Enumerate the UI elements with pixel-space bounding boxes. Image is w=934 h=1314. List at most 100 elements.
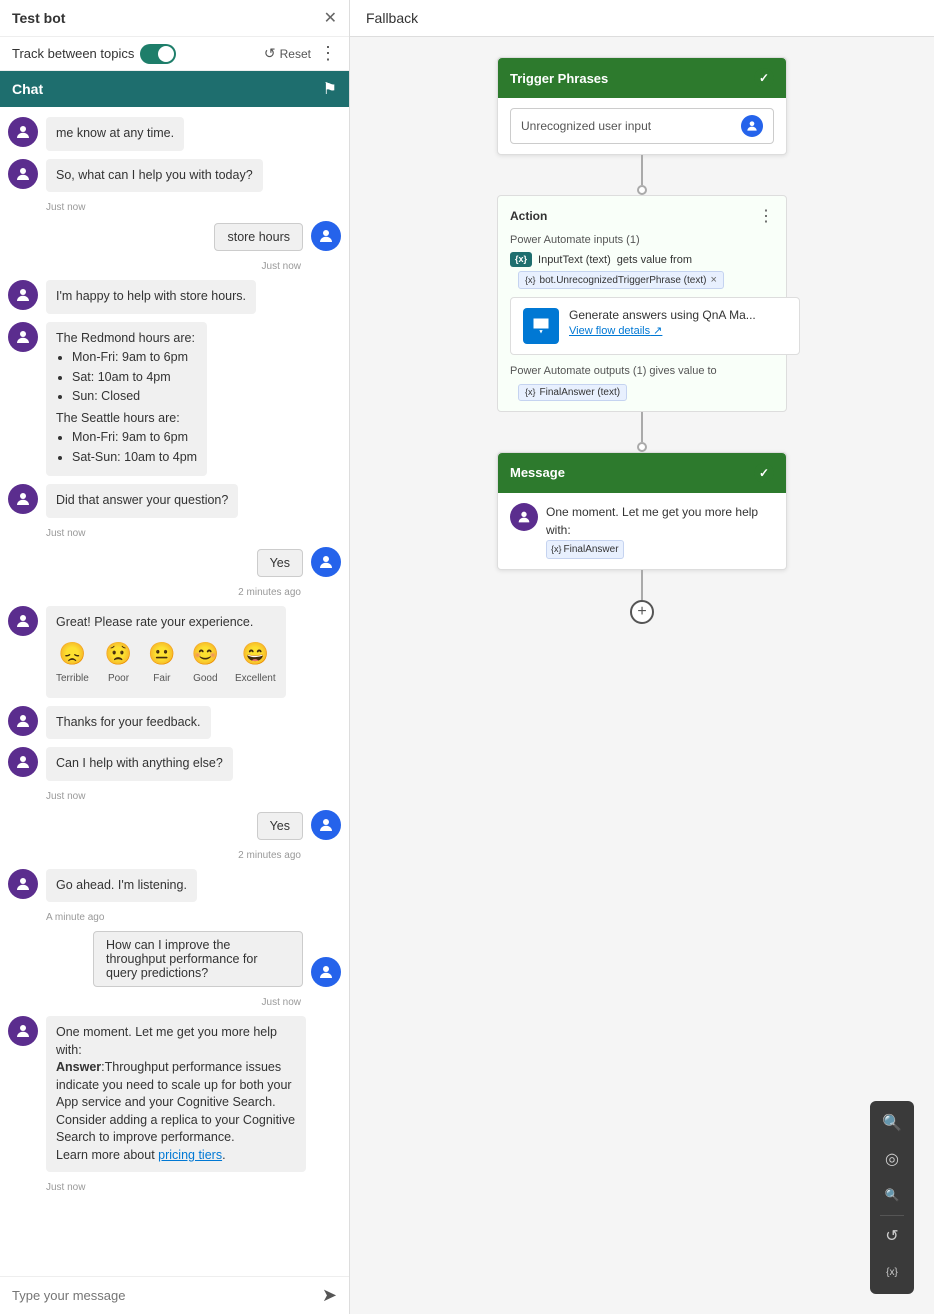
bot-avatar <box>8 706 38 736</box>
bot-bubble: Go ahead. I'm listening. <box>46 869 197 903</box>
final-answer-text: FinalAnswer (text) <box>540 387 621 398</box>
check-icon: ✓ <box>754 68 774 88</box>
msg-avatar <box>510 503 538 531</box>
trigger-card-body: Unrecognized user input <box>498 98 786 154</box>
bot-avatar <box>8 322 38 352</box>
bot-bubble: I'm happy to help with store hours. <box>46 280 256 314</box>
rating-fair[interactable]: 😐 Fair <box>148 639 175 686</box>
gets-value-label: gets value from <box>617 254 692 266</box>
pa-inputs-label: Power Automate inputs (1) <box>510 234 774 246</box>
trigger-card-header: Trigger Phrases ✓ <box>498 58 786 98</box>
bot-message-3: I'm happy to help with store hours. <box>8 280 341 314</box>
bot-avatar <box>8 1016 38 1046</box>
var-remove-button[interactable]: × <box>710 274 716 286</box>
zoom-out-button[interactable]: 🔍 <box>876 1179 908 1211</box>
user-bubble: Yes <box>257 549 303 577</box>
timestamp: Just now <box>8 997 341 1008</box>
user-icon <box>741 115 763 137</box>
pricing-link[interactable]: pricing tiers <box>158 1148 222 1162</box>
bot-avatar <box>8 747 38 777</box>
reset-button[interactable]: ↺ Reset <box>264 45 311 62</box>
more-button[interactable]: ⋮ <box>319 43 337 64</box>
qna-link[interactable]: View flow details ↗ <box>569 325 662 337</box>
bot-message-7: Go ahead. I'm listening. <box>8 869 341 903</box>
bot-message-5: Great! Please rate your experience. 😞 Te… <box>8 606 341 698</box>
connector-dot <box>637 185 647 195</box>
bot-message-4: Did that answer your question? <box>8 484 341 518</box>
rating-poor[interactable]: 😟 Poor <box>105 639 132 686</box>
timestamp: Just now <box>46 1182 341 1193</box>
chat-input[interactable] <box>12 1288 314 1303</box>
rating-excellent[interactable]: 😄 Excellent <box>235 639 276 686</box>
track-label: Track between topics <box>12 46 134 61</box>
action-more-icon[interactable]: ⋮ <box>758 206 774 226</box>
connector-line-2 <box>641 412 643 442</box>
trigger-input[interactable]: Unrecognized user input <box>510 108 774 144</box>
panel-title: Fallback <box>366 10 418 26</box>
final-answer-tag: {x} FinalAnswer (text) <box>518 384 627 401</box>
timestamp: Just now <box>46 791 341 802</box>
flow-canvas: Trigger Phrases ✓ Unrecognized user inpu… <box>350 37 934 1314</box>
bot-bubble: Can I help with anything else? <box>46 747 233 781</box>
toolbar: Track between topics ↺ Reset ⋮ <box>0 37 349 71</box>
bot-message-hours: The Redmond hours are: Mon-Fri: 9am to 6… <box>8 322 341 477</box>
variable-button[interactable]: {x} <box>876 1256 908 1288</box>
var-icon2: {x} <box>525 387 536 397</box>
user-bubble: store hours <box>214 223 303 251</box>
connector-dot-2 <box>637 442 647 452</box>
rating-row: 😞 Terrible 😟 Poor 😐 Fair 😊 Good <box>56 639 276 686</box>
close-button[interactable]: ✕ <box>324 8 337 28</box>
check-icon-2: ✓ <box>754 463 774 483</box>
bot-message-feedback: Thanks for your feedback. <box>8 706 341 740</box>
seattle-list: Mon-Fri: 9am to 6pm Sat-Sun: 10am to 4pm <box>72 429 197 466</box>
action-header: Action ⋮ <box>510 206 774 226</box>
app-title: Test bot <box>12 10 65 26</box>
timestamp: Just now <box>46 202 341 213</box>
timestamp: 2 minutes ago <box>8 587 341 598</box>
user-message-4: How can I improve the throughput perform… <box>8 931 341 987</box>
final-answer-inline: {x} FinalAnswer <box>546 540 624 559</box>
chat-input-area: ➤ <box>0 1276 349 1314</box>
user-message-3: Yes <box>8 810 341 840</box>
var-icon: {x} <box>525 275 536 285</box>
user-message-2: Yes <box>8 547 341 577</box>
message-text: One moment. Let me get you more help wit… <box>546 503 774 559</box>
user-avatar <box>311 547 341 577</box>
timestamp: Just now <box>46 528 341 539</box>
right-header: Fallback <box>350 0 934 37</box>
message-title: Message <box>510 465 565 480</box>
add-node-button[interactable]: + <box>630 600 654 624</box>
bot-message-2: So, what can I help you with today? <box>8 159 341 193</box>
bot-message-6: Can I help with anything else? <box>8 747 341 781</box>
timestamp: 2 minutes ago <box>8 850 341 861</box>
answer-bubble: One moment. Let me get you more help wit… <box>46 1016 306 1172</box>
zoom-in-button[interactable]: 🔍 <box>876 1107 908 1139</box>
message-card-header: Message ✓ <box>498 453 786 493</box>
seattle-label: The Seattle hours are: <box>56 410 197 428</box>
chat-body[interactable]: me know at any time. So, what can I help… <box>0 107 349 1276</box>
user-avatar <box>311 221 341 251</box>
bot-message-answer: One moment. Let me get you more help wit… <box>8 1016 341 1172</box>
bot-bubble: Did that answer your question? <box>46 484 238 518</box>
user-bubble: How can I improve the throughput perform… <box>93 931 303 987</box>
trigger-title: Trigger Phrases <box>510 71 608 86</box>
rating-good[interactable]: 😊 Good <box>192 639 219 686</box>
toolbar-divider <box>880 1215 904 1216</box>
rating-terrible[interactable]: 😞 Terrible <box>56 639 89 686</box>
target-button[interactable]: ◎ <box>876 1143 908 1175</box>
var-text: bot.UnrecognizedTriggerPhrase (text) <box>540 275 707 286</box>
track-toggle[interactable] <box>140 44 176 64</box>
redmond-label: The Redmond hours are: <box>56 330 197 348</box>
bot-bubble: Thanks for your feedback. <box>46 706 211 740</box>
chat-header: Chat ⚑ <box>0 71 349 107</box>
action-card: Action ⋮ Power Automate inputs (1) {x} I… <box>497 195 787 412</box>
variable-badge-icon: {x} <box>515 254 527 264</box>
refresh-button[interactable]: ↺ <box>876 1220 908 1252</box>
user-avatar <box>311 810 341 840</box>
pa-outputs-label: Power Automate outputs (1) gives value t… <box>510 365 774 377</box>
pa-input-row: {x} InputText (text) gets value from <box>510 252 774 267</box>
bot-bubble: So, what can I help you with today? <box>46 159 263 193</box>
timestamp: Just now <box>8 261 341 272</box>
send-button[interactable]: ➤ <box>322 1285 337 1306</box>
user-avatar <box>311 957 341 987</box>
